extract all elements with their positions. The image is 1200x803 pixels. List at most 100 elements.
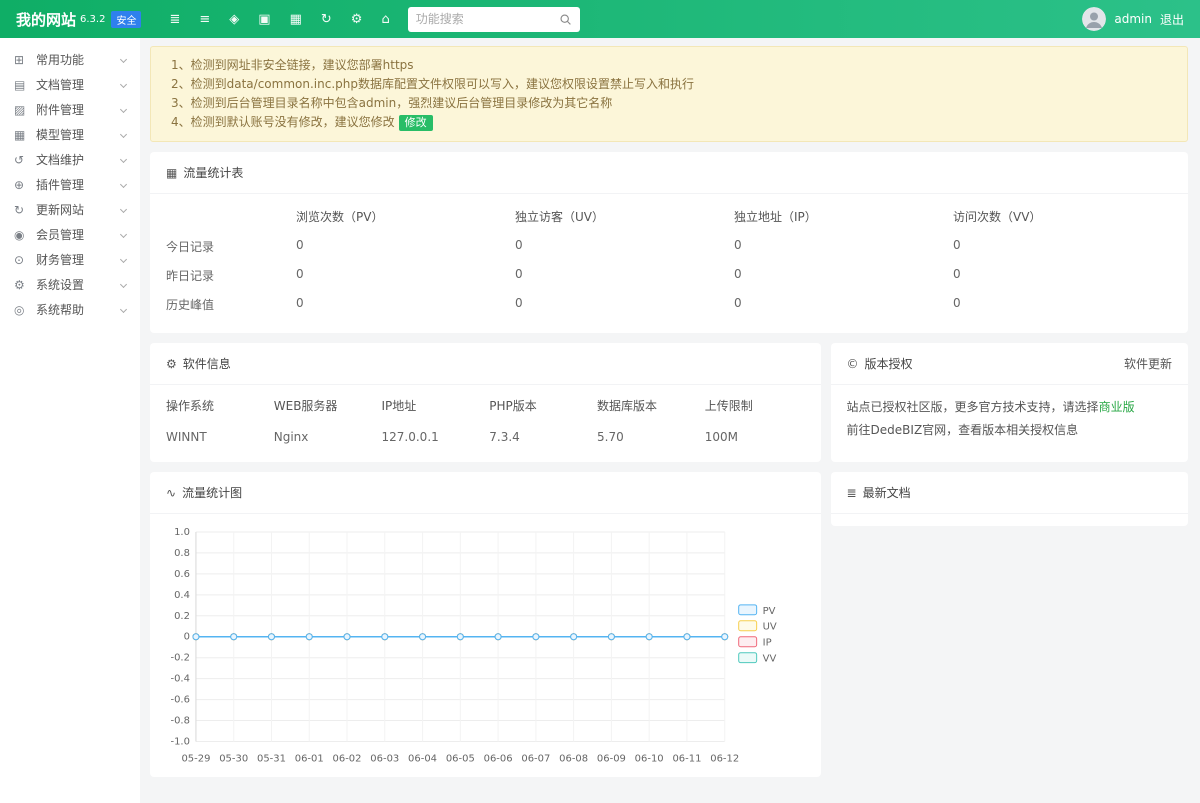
warning-line: 1、检测到网址非安全链接，建议您部署https [171, 56, 1167, 75]
software-field-value: 5.70 [597, 430, 697, 444]
software-field-value: 127.0.0.1 [382, 430, 482, 444]
data-point-pv [608, 634, 614, 640]
sidebar-item-2[interactable]: ▤文档管理 [0, 72, 140, 97]
software-field-value: WINNT [166, 430, 266, 444]
data-point-pv [646, 634, 652, 640]
data-point-pv [193, 634, 199, 640]
topbar: 我的网站 6.3.2 安全 ≣≡◈▣▦↻⚙⌂ admin 退出 [0, 0, 1200, 38]
tag-icon[interactable]: ◈ [229, 12, 239, 27]
sidebar-item-label: 财务管理 [36, 251, 121, 268]
software-update-link[interactable]: 软件更新 [1124, 355, 1172, 372]
data-point-pv [571, 634, 577, 640]
search-input[interactable] [416, 12, 559, 26]
y-tick-label: -0.6 [170, 695, 189, 706]
list-menu-icon[interactable]: ≡ [199, 12, 210, 27]
chevron-down-icon [120, 56, 127, 63]
refresh-icon[interactable]: ↻ [321, 12, 332, 27]
topbar-user-area: admin 退出 [1082, 7, 1184, 31]
business-edition-link[interactable]: 商业版 [1099, 400, 1135, 414]
legend-swatch-pv[interactable] [739, 605, 757, 615]
software-field-value: 7.3.4 [489, 430, 589, 444]
sidebar-item-1[interactable]: ⊞常用功能 [0, 47, 140, 72]
sidebar-item-label: 附件管理 [36, 101, 121, 118]
x-tick-label: 06-09 [597, 753, 626, 764]
sidebar-item-5[interactable]: ↺ 文档维护 [0, 147, 140, 172]
traffic-chart-header: ∿ 流量统计图 [150, 472, 821, 514]
safe-badge[interactable]: 安全 [111, 11, 141, 28]
home-icon[interactable]: ⌂ [381, 12, 389, 27]
traffic-row-label: 今日记录 [166, 232, 296, 261]
software-field-value: Nginx [274, 430, 374, 444]
chevron-down-icon [120, 156, 127, 163]
sidebar-item-10[interactable]: ⚙系统设置 [0, 272, 140, 297]
license-card: © 版本授权 软件更新 站点已授权社区版，更多官方技术支持，请选择商业版 前往D… [831, 343, 1188, 462]
plugin-icon: ⊕ [14, 178, 31, 192]
legend-label-uv[interactable]: UV [763, 622, 777, 633]
software-field-label: PHP版本 [489, 397, 589, 414]
sidebar-item-8[interactable]: ◉会员管理 [0, 222, 140, 247]
sidebar-item-7[interactable]: ↻更新网站 [0, 197, 140, 222]
license-line1: 站点已授权社区版，更多官方技术支持，请选择商业版 [847, 396, 1172, 419]
avatar[interactable] [1082, 7, 1106, 31]
maintain-icon: ↺ [14, 153, 31, 167]
data-point-pv [268, 634, 274, 640]
sidebar-item-9[interactable]: ⊙财务管理 [0, 247, 140, 272]
traffic-col-header: 独立地址（IP） [734, 200, 953, 232]
brand[interactable]: 我的网站 [16, 9, 76, 30]
traffic-value: 0 [515, 261, 734, 290]
chevron-down-icon [120, 306, 127, 313]
sidebar-item-4[interactable]: ▦模型管理 [0, 122, 140, 147]
sidebar-item-6[interactable]: ⊕插件管理 [0, 172, 140, 197]
data-point-pv [344, 634, 350, 640]
traffic-row-label: 昨日记录 [166, 261, 296, 290]
data-point-pv [306, 634, 312, 640]
legend-swatch-uv[interactable] [739, 621, 757, 631]
y-tick-label: -0.8 [170, 716, 189, 727]
sidebar-item-3[interactable]: ▨附件管理 [0, 97, 140, 122]
license-title: 版本授权 [865, 355, 913, 372]
sidebar-item-label: 常用功能 [36, 51, 121, 68]
legend-swatch-ip[interactable] [739, 637, 757, 647]
traffic-col-header: 独立访客（UV） [515, 200, 734, 232]
legend-label-ip[interactable]: IP [763, 638, 772, 649]
legend-label-vv[interactable]: VV [763, 654, 777, 665]
x-tick-label: 06-11 [672, 753, 701, 764]
chevron-down-icon [120, 106, 127, 113]
data-point-pv [722, 634, 728, 640]
sidebar-item-11[interactable]: ◎系统帮助 [0, 297, 140, 322]
traffic-col-header: 浏览次数（PV） [296, 200, 515, 232]
latest-docs-header: ≣ 最新文档 [831, 472, 1188, 514]
x-tick-label: 05-30 [219, 753, 248, 764]
legend-label-pv[interactable]: PV [763, 606, 776, 617]
member-icon: ◉ [14, 228, 31, 242]
data-point-pv [533, 634, 539, 640]
chevron-down-icon [120, 206, 127, 213]
gear-icon[interactable]: ⚙ [351, 12, 363, 27]
y-tick-label: -1.0 [170, 736, 189, 747]
traffic-value: 0 [515, 232, 734, 261]
traffic-table: 浏览次数（PV）独立访客（UV）独立地址（IP）访问次数（VV）今日记录0000… [150, 194, 1188, 333]
chart-icon[interactable]: ▦ [290, 12, 302, 27]
tree-menu-icon[interactable]: ≣ [169, 12, 180, 27]
y-tick-label: -0.4 [170, 674, 189, 685]
security-warning-box: 1、检测到网址非安全链接，建议您部署https2、检测到data/common.… [150, 46, 1188, 142]
search-icon[interactable] [559, 13, 572, 26]
software-info-card: ⚙ 软件信息 操作系统WEB服务器IP地址PHP版本数据库版本上传限制WINNT… [150, 343, 821, 462]
sidebar-item-label: 文档维护 [36, 151, 121, 168]
logout-link[interactable]: 退出 [1160, 11, 1184, 28]
search-box [408, 7, 580, 32]
software-info-title: 软件信息 [183, 355, 231, 372]
username[interactable]: admin [1114, 12, 1152, 26]
y-tick-label: 0.8 [174, 548, 190, 559]
latest-docs-card: ≣ 最新文档 [831, 472, 1188, 526]
modify-button[interactable]: 修改 [399, 115, 433, 131]
y-tick-label: 0 [184, 632, 190, 643]
copyright-icon: © [847, 357, 859, 371]
legend-swatch-vv[interactable] [739, 653, 757, 663]
license-body: 站点已授权社区版，更多官方技术支持，请选择商业版 前往DedeBIZ官网，查看版… [831, 385, 1188, 458]
traffic-value: 0 [734, 261, 953, 290]
folder-icon[interactable]: ▣ [258, 12, 270, 27]
x-tick-label: 06-06 [484, 753, 513, 764]
data-point-pv [382, 634, 388, 640]
sidebar-item-label: 模型管理 [36, 126, 121, 143]
